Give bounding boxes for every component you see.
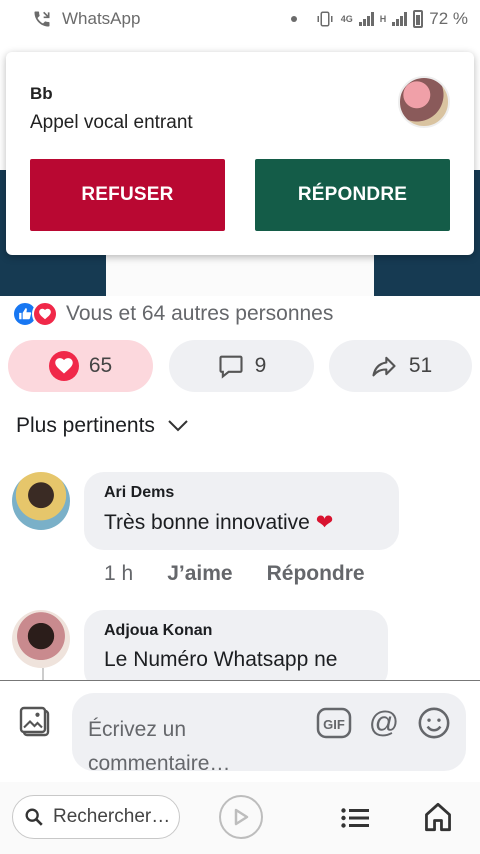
network-4g-label: 4G xyxy=(340,14,353,24)
comment-count: 9 xyxy=(254,354,267,377)
comment-composer: Écrivez un commentaire… GIF @ xyxy=(0,680,480,782)
comment-sort-selector[interactable]: Plus pertinents xyxy=(16,414,189,438)
thread-line xyxy=(42,668,44,680)
comment-button[interactable]: 9 xyxy=(169,340,314,392)
call-type-label: Appel vocal entrant xyxy=(30,112,193,133)
battery-percent: 72 % xyxy=(429,9,468,28)
status-bar: WhatsApp 4G H 72 % xyxy=(0,0,480,38)
comment-input[interactable]: Écrivez un commentaire… GIF @ xyxy=(72,693,466,775)
menu-icon[interactable] xyxy=(341,808,369,828)
comment-bubble[interactable]: Adjoua Konan Le Numéro Whatsapp ne xyxy=(84,610,388,690)
comment-icon xyxy=(219,355,243,379)
heart-icon xyxy=(48,351,79,381)
chevron-down-icon xyxy=(168,420,188,432)
incoming-call-notification[interactable]: Bb Appel vocal entrant REFUSER RÉPONDRE xyxy=(6,52,474,255)
reactions-text: Vous et 64 autres personnes xyxy=(66,302,334,325)
comment-time: 1 h xyxy=(104,562,134,585)
notification-dot-icon xyxy=(290,16,297,22)
comment-author[interactable]: Adjoua Konan xyxy=(104,622,368,640)
love-count: 65 xyxy=(88,354,113,377)
caller-name: Bb xyxy=(30,84,53,103)
love-reaction-icon xyxy=(32,301,58,327)
network-h-label: H xyxy=(379,14,387,24)
comment-text: Très bonne innovative ❤ xyxy=(104,510,379,535)
phone-icon xyxy=(34,11,50,27)
comment-actions: 1 h J’aime Répondre xyxy=(104,562,365,586)
vibrate-icon xyxy=(317,11,333,27)
reactions-summary[interactable]: Vous et 64 autres personnes xyxy=(12,301,333,327)
search-box[interactable]: Rechercher… xyxy=(12,795,180,839)
share-button[interactable]: 51 xyxy=(329,340,472,392)
share-icon xyxy=(372,356,396,377)
decline-call-button[interactable]: REFUSER xyxy=(30,159,225,231)
caller-avatar xyxy=(398,76,450,128)
play-button[interactable] xyxy=(219,795,263,839)
heart-emoji-icon: ❤ xyxy=(315,511,334,534)
share-count: 51 xyxy=(408,354,433,377)
browser-bottom-bar: Rechercher… xyxy=(0,782,480,854)
signal-icon-2 xyxy=(392,12,408,26)
gif-icon[interactable]: GIF xyxy=(316,705,352,741)
answer-call-button[interactable]: RÉPONDRE xyxy=(255,159,450,231)
avatar[interactable] xyxy=(12,472,70,530)
mention-icon[interactable]: @ xyxy=(366,705,402,741)
emoji-icon[interactable] xyxy=(416,705,452,741)
search-label: Rechercher… xyxy=(53,806,171,827)
signal-icon xyxy=(358,12,374,26)
photo-icon[interactable] xyxy=(18,705,54,741)
comment-reply-button[interactable]: Répondre xyxy=(267,562,365,586)
play-icon xyxy=(234,808,249,826)
sort-label: Plus pertinents xyxy=(16,414,155,437)
comment-text: Le Numéro Whatsapp ne xyxy=(104,648,338,671)
status-app-name: WhatsApp xyxy=(62,9,141,28)
search-icon xyxy=(25,808,43,826)
comment-text-body: Très bonne innovative xyxy=(104,511,310,534)
comment-author[interactable]: Ari Dems xyxy=(104,484,379,502)
avatar[interactable] xyxy=(12,610,70,668)
comment-input-placeholder: Écrivez un commentaire… xyxy=(88,718,231,775)
love-button[interactable]: 65 xyxy=(8,340,153,392)
home-icon[interactable] xyxy=(424,802,452,832)
comment-bubble[interactable]: Ari Dems Très bonne innovative ❤ xyxy=(84,472,399,550)
battery-icon xyxy=(413,10,424,28)
gif-label: GIF xyxy=(323,717,345,732)
comment-like-button[interactable]: J’aime xyxy=(167,562,232,586)
